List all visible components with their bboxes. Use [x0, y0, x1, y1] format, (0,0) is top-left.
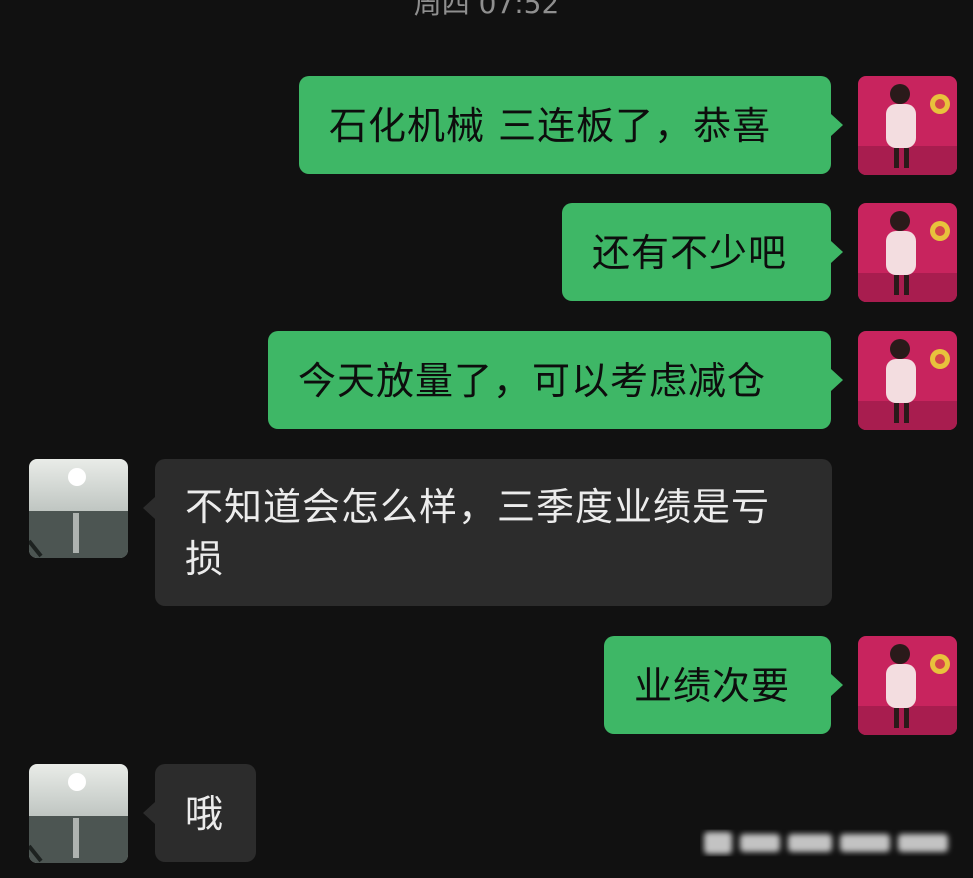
- bubble-tail: [831, 241, 843, 263]
- girl-photo-avatar-icon: [858, 203, 957, 302]
- message-bubble-incoming[interactable]: 哦: [143, 764, 256, 862]
- chat-window: 周四 07:52 石化机械 三连板了，恭喜 还有不少吧 今天放量了，可以考虑减仓…: [0, 0, 973, 878]
- bubble-tail: [831, 369, 843, 391]
- message-text: 业绩次要: [634, 664, 791, 708]
- self-avatar[interactable]: [858, 636, 957, 735]
- message-text: 今天放量了，可以考虑减仓: [298, 359, 767, 403]
- message-text-line-1: 不知道会怎么样，三季度业绩是亏: [185, 485, 771, 529]
- message-bubble-outgoing[interactable]: 业绩次要: [604, 636, 843, 734]
- bubble-tail: [143, 497, 155, 519]
- bubble-tail: [831, 674, 843, 696]
- girl-photo-avatar-icon: [858, 636, 957, 735]
- girl-photo-avatar-icon: [858, 76, 957, 175]
- sea-sunrise-avatar-icon: [29, 764, 128, 863]
- contact-avatar[interactable]: [29, 459, 128, 558]
- message-timestamp: 周四 07:52: [413, 0, 560, 20]
- contact-avatar[interactable]: [29, 764, 128, 863]
- message-text-line-2: 损: [185, 537, 225, 581]
- message-bubble-outgoing[interactable]: 石化机械 三连板了，恭喜: [299, 76, 843, 174]
- watermark-logo: [704, 832, 948, 854]
- message-bubble-incoming[interactable]: 不知道会怎么样，三季度业绩是亏 损: [143, 459, 832, 606]
- bubble-tail: [143, 802, 155, 824]
- self-avatar[interactable]: [858, 76, 957, 175]
- sea-sunrise-avatar-icon: [29, 459, 128, 558]
- self-avatar[interactable]: [858, 331, 957, 430]
- message-bubble-outgoing[interactable]: 还有不少吧: [562, 203, 843, 301]
- message-text: 哦: [185, 792, 225, 836]
- bubble-tail: [831, 114, 843, 136]
- self-avatar[interactable]: [858, 203, 957, 302]
- girl-photo-avatar-icon: [858, 331, 957, 430]
- message-bubble-outgoing[interactable]: 今天放量了，可以考虑减仓: [268, 331, 843, 429]
- message-text: 还有不少吧: [592, 231, 788, 275]
- message-text: 石化机械 三连板了，恭喜: [329, 104, 772, 148]
